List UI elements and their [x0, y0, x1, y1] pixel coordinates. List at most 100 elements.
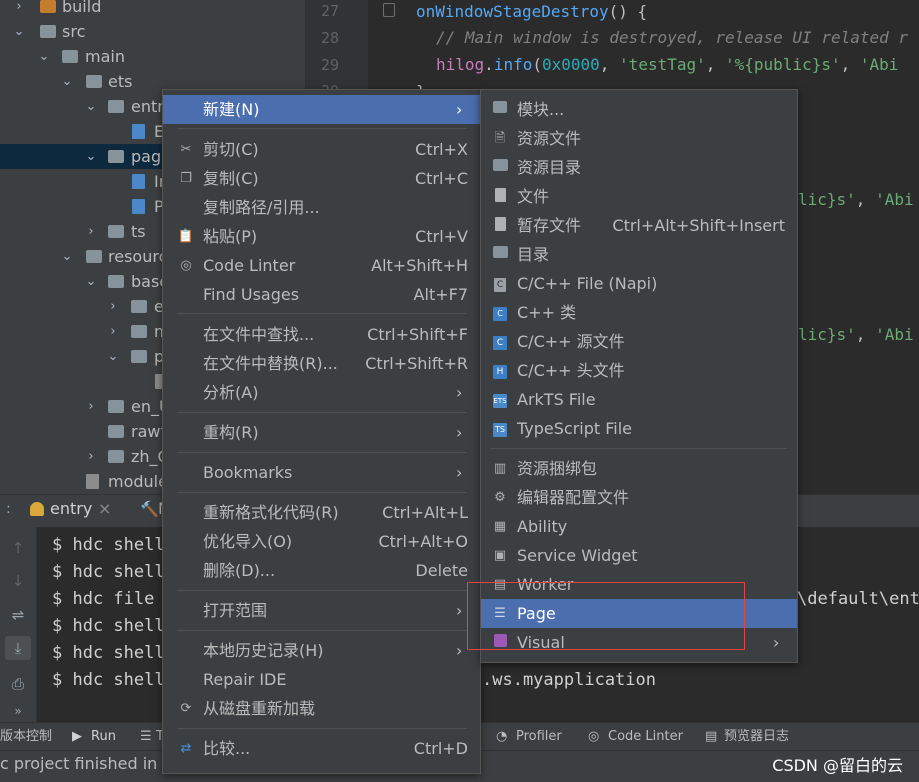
- ability-icon: ▦: [493, 519, 507, 534]
- expand-arrow-icon[interactable]: ›: [106, 294, 120, 319]
- submenu-item-cpp-class[interactable]: C C++ 类: [481, 298, 797, 327]
- version-control-tab[interactable]: 版本控制: [0, 723, 52, 751]
- expand-arrow-icon[interactable]: ⌄: [84, 144, 98, 169]
- submenu-item-file[interactable]: 文件: [481, 182, 797, 211]
- submenu-item-typescript-file[interactable]: TS TypeScript File: [481, 414, 797, 443]
- menu-item-shortcut: Ctrl+V: [415, 227, 468, 246]
- scroll-to-end-icon[interactable]: ⤓: [5, 636, 31, 660]
- menu-item-label: 在文件中替换(R)...: [203, 354, 338, 373]
- menu-item-repair-ide[interactable]: Repair IDE: [163, 665, 480, 694]
- submenu-item-c-header[interactable]: H C/C++ 头文件: [481, 356, 797, 385]
- menu-item-open-in[interactable]: 打开范围 ›: [163, 596, 480, 625]
- submenu-item-directory[interactable]: 目录: [481, 240, 797, 269]
- fold-marker-icon[interactable]: [383, 3, 395, 17]
- print-icon[interactable]: ⎙: [5, 672, 31, 696]
- expand-arrow-icon[interactable]: ›: [84, 394, 98, 419]
- expand-arrow-icon[interactable]: ⌄: [12, 19, 26, 44]
- run-tab[interactable]: Run: [91, 723, 116, 751]
- menu-item-shortcut: Ctrl+Alt+Shift+Insert: [612, 216, 785, 235]
- expand-arrow-icon[interactable]: ›: [106, 319, 120, 344]
- menu-item-delete[interactable]: 删除(D)... Delete: [163, 556, 480, 585]
- close-tab-icon[interactable]: ×: [98, 499, 111, 518]
- expand-arrow-icon[interactable]: ›: [84, 444, 98, 469]
- menu-item-code-linter[interactable]: ◎ Code Linter Alt+Shift+H: [163, 251, 480, 280]
- tree-label: build: [62, 0, 102, 16]
- menu-item-label: 资源文件: [517, 129, 582, 148]
- menu-item-new[interactable]: 新建(N) ›: [163, 95, 480, 124]
- menu-item-label: C/C++ File (Napi): [517, 274, 658, 293]
- folder-icon: [86, 75, 102, 88]
- menu-item-find-usages[interactable]: Find Usages Alt+F7: [163, 280, 480, 309]
- console-line: $ hdc file: [52, 589, 165, 609]
- profiler-tab[interactable]: Profiler: [516, 723, 562, 751]
- status-message[interactable]: c project finished in 20: [0, 751, 183, 777]
- tree-row[interactable]: › build: [0, 0, 305, 19]
- menu-item-analyze[interactable]: 分析(A) ›: [163, 378, 480, 407]
- menu-item-optimize-imports[interactable]: 优化导入(O) Ctrl+Alt+O: [163, 527, 480, 556]
- menu-item-copy-path[interactable]: 复制路径/引用...: [163, 193, 480, 222]
- menu-item-label: 新建(N): [203, 100, 260, 119]
- expand-arrow-icon[interactable]: ⌄: [37, 44, 51, 69]
- bundle-icon: ▥: [493, 461, 507, 476]
- menu-item-cut[interactable]: ✂ 剪切(C) Ctrl+X: [163, 135, 480, 164]
- submenu-item-scratch-file[interactable]: 暂存文件 Ctrl+Alt+Shift+Insert: [481, 211, 797, 240]
- submenu-item-c-file-napi[interactable]: C C/C++ File (Napi): [481, 269, 797, 298]
- menu-item-label: 打开范围: [203, 601, 268, 620]
- menu-separator: [177, 630, 467, 631]
- submenu-item-resource-directory[interactable]: 资源目录: [481, 153, 797, 182]
- menu-item-shortcut: Ctrl+Shift+F: [367, 325, 468, 344]
- expand-arrow-icon[interactable]: ⌄: [84, 269, 98, 294]
- menu-separator: [177, 728, 467, 729]
- submenu-item-arkts-file[interactable]: ETS ArkTS File: [481, 385, 797, 414]
- menu-item-label: 分析(A): [203, 383, 259, 402]
- menu-item-label: ArkTS File: [517, 390, 596, 409]
- submenu-item-ability[interactable]: ▦ Ability: [481, 512, 797, 541]
- code-linter-tab[interactable]: Code Linter: [608, 723, 683, 751]
- submenu-item-editorconfig[interactable]: ⚙ 编辑器配置文件: [481, 483, 797, 512]
- menu-item-paste[interactable]: 📋 粘贴(P) Ctrl+V: [163, 222, 480, 251]
- menu-item-find-in-files[interactable]: 在文件中查找... Ctrl+Shift+F: [163, 320, 480, 349]
- tree-row[interactable]: ⌄ src: [0, 19, 305, 44]
- menu-item-replace-in-files[interactable]: 在文件中替换(R)... Ctrl+Shift+R: [163, 349, 480, 378]
- tree-row[interactable]: ⌄ main: [0, 44, 305, 69]
- expand-arrow-icon[interactable]: ›: [84, 219, 98, 244]
- menu-item-reformat-code[interactable]: 重新格式化代码(R) Ctrl+Alt+L: [163, 498, 480, 527]
- expand-arrow-icon[interactable]: ⌄: [60, 244, 74, 269]
- widget-icon: ▣: [493, 548, 507, 563]
- menu-item-label: 重新格式化代码(R): [203, 503, 339, 522]
- expand-arrow-icon[interactable]: ⌄: [60, 69, 74, 94]
- menu-item-compare[interactable]: ⇄ 比较... Ctrl+D: [163, 734, 480, 763]
- cpp-class-icon: C: [491, 304, 509, 321]
- new-submenu: 模块... 🗎 资源文件 资源目录 文件 暂存文件 Ctrl+Alt+Shift…: [480, 89, 798, 663]
- submenu-item-c-source[interactable]: C C/C++ 源文件: [481, 327, 797, 356]
- menu-item-copy[interactable]: ❐ 复制(C) Ctrl+C: [163, 164, 480, 193]
- json-file-icon: [86, 474, 99, 489]
- menu-item-shortcut: Ctrl+Alt+L: [382, 503, 468, 522]
- expand-arrow-icon[interactable]: ⌄: [84, 94, 98, 119]
- run-tab-label[interactable]: entry: [50, 499, 92, 518]
- folder-icon: [108, 275, 124, 288]
- submenu-item-resource-file[interactable]: 🗎 资源文件: [481, 124, 797, 153]
- folder-icon: [40, 0, 56, 13]
- console-line: $ hdc shell: [52, 643, 165, 663]
- scroll-down-icon[interactable]: ↓: [5, 569, 31, 593]
- preview-log-tab[interactable]: 预览器日志: [724, 723, 789, 751]
- submenu-item-module[interactable]: 模块...: [481, 95, 797, 124]
- module-icon: [491, 101, 509, 118]
- menu-item-bookmarks[interactable]: Bookmarks ›: [163, 458, 480, 487]
- soft-wrap-icon[interactable]: ⇌: [5, 603, 31, 627]
- more-icon[interactable]: »: [5, 699, 31, 723]
- scroll-up-icon[interactable]: ↑: [5, 536, 31, 560]
- expand-arrow-icon[interactable]: ›: [12, 0, 26, 19]
- menu-item-refactor[interactable]: 重构(R) ›: [163, 418, 480, 447]
- menu-item-label: 剪切(C): [203, 140, 259, 159]
- context-menu: 新建(N) › ✂ 剪切(C) Ctrl+X ❐ 复制(C) Ctrl+C 复制…: [162, 89, 481, 774]
- submenu-item-resource-bundle[interactable]: ▥ 资源捆绑包: [481, 454, 797, 483]
- menu-item-label: TypeScript File: [517, 419, 633, 438]
- menu-item-reload-from-disk[interactable]: ⟳ 从磁盘重新加载: [163, 694, 480, 723]
- folder-icon: [108, 425, 124, 438]
- submenu-item-service-widget[interactable]: ▣ Service Widget: [481, 541, 797, 570]
- menu-item-label: Code Linter: [203, 256, 296, 275]
- expand-arrow-icon[interactable]: ⌄: [106, 344, 120, 369]
- menu-item-local-history[interactable]: 本地历史记录(H) ›: [163, 636, 480, 665]
